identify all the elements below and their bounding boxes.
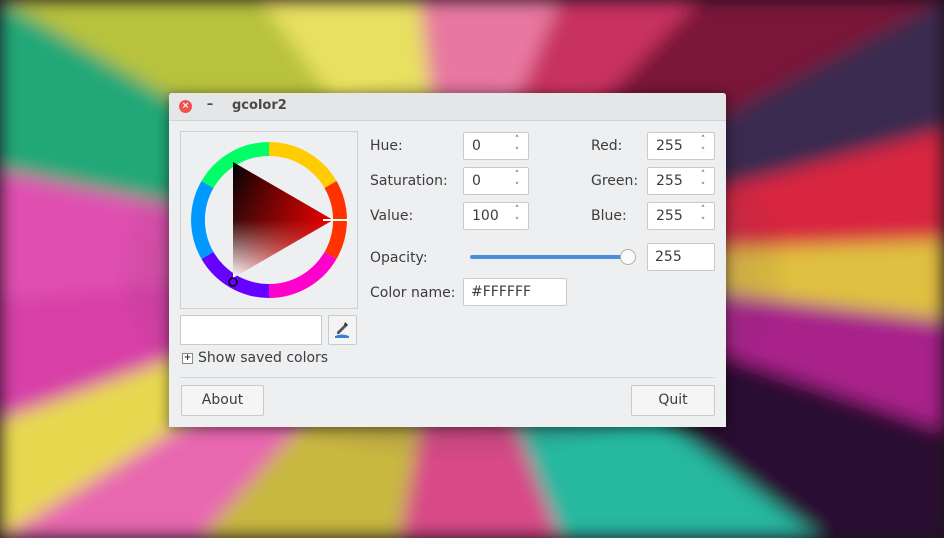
color-wheel[interactable] (181, 132, 357, 308)
value-spinner[interactable]: 100 ˄ ˅ (463, 202, 529, 230)
hue-spinner[interactable]: 0 ˄ ˅ (463, 132, 529, 160)
green-label: Green: (591, 173, 639, 189)
sv-triangle[interactable] (233, 162, 333, 278)
red-spinner[interactable]: 255 ˄ ˅ (647, 132, 715, 160)
value-label: Value: (370, 208, 414, 224)
eyedropper-button[interactable] (328, 315, 357, 345)
blue-value[interactable]: 255 (656, 208, 683, 224)
quit-button[interactable]: Quit (631, 385, 715, 416)
value-up-icon[interactable]: ˄ (512, 204, 522, 216)
saturation-down-icon[interactable]: ˅ (512, 181, 522, 193)
opacity-field[interactable]: 255 (647, 243, 715, 271)
about-button[interactable]: About (181, 385, 264, 416)
blue-up-icon[interactable]: ˄ (698, 204, 708, 216)
hue-value[interactable]: 0 (472, 138, 481, 154)
saturation-label: Saturation: (370, 173, 448, 189)
saturation-spinner[interactable]: 0 ˄ ˅ (463, 167, 529, 195)
green-value[interactable]: 255 (656, 173, 683, 189)
expand-icon[interactable]: + (182, 352, 193, 364)
green-down-icon[interactable]: ˅ (698, 181, 708, 193)
blue-spinner[interactable]: 255 ˄ ˅ (647, 202, 715, 230)
saved-colors-expander[interactable]: + Show saved colors (182, 349, 328, 367)
red-up-icon[interactable]: ˄ (698, 134, 708, 146)
value-value[interactable]: 100 (472, 208, 499, 224)
opacity-value[interactable]: 255 (655, 249, 682, 265)
opacity-slider-handle[interactable] (620, 249, 636, 265)
saved-colors-label: Show saved colors (198, 350, 329, 366)
red-label: Red: (591, 138, 623, 154)
window-title: gcolor2 (232, 98, 287, 113)
red-down-icon[interactable]: ˅ (698, 146, 708, 158)
red-value[interactable]: 255 (656, 138, 683, 154)
minimize-icon[interactable]: – (204, 97, 216, 113)
color-name-field[interactable]: #FFFFFF (463, 278, 567, 306)
saturation-value[interactable]: 0 (472, 173, 481, 189)
green-spinner[interactable]: 255 ˄ ˅ (647, 167, 715, 195)
color-name-value[interactable]: #FFFFFF (471, 284, 531, 300)
opacity-slider[interactable] (470, 255, 626, 259)
color-name-label: Color name: (370, 285, 456, 301)
eyedropper-icon (335, 322, 349, 338)
color-wheel-frame (180, 131, 358, 309)
saturation-up-icon[interactable]: ˄ (512, 169, 522, 181)
separator (180, 377, 715, 378)
value-down-icon[interactable]: ˅ (512, 216, 522, 228)
color-swatch (180, 315, 322, 345)
hue-label: Hue: (370, 138, 403, 154)
blue-label: Blue: (591, 208, 627, 224)
green-up-icon[interactable]: ˄ (698, 169, 708, 181)
hue-down-icon[interactable]: ˅ (512, 146, 522, 158)
hue-up-icon[interactable]: ˄ (512, 134, 522, 146)
opacity-label: Opacity: (370, 250, 428, 266)
blue-down-icon[interactable]: ˅ (698, 216, 708, 228)
gcolor2-window: × – gcolor2 + Show saved colors Hue: Sat… (169, 93, 726, 427)
titlebar: × – gcolor2 (169, 93, 726, 121)
close-icon[interactable]: × (179, 100, 192, 113)
